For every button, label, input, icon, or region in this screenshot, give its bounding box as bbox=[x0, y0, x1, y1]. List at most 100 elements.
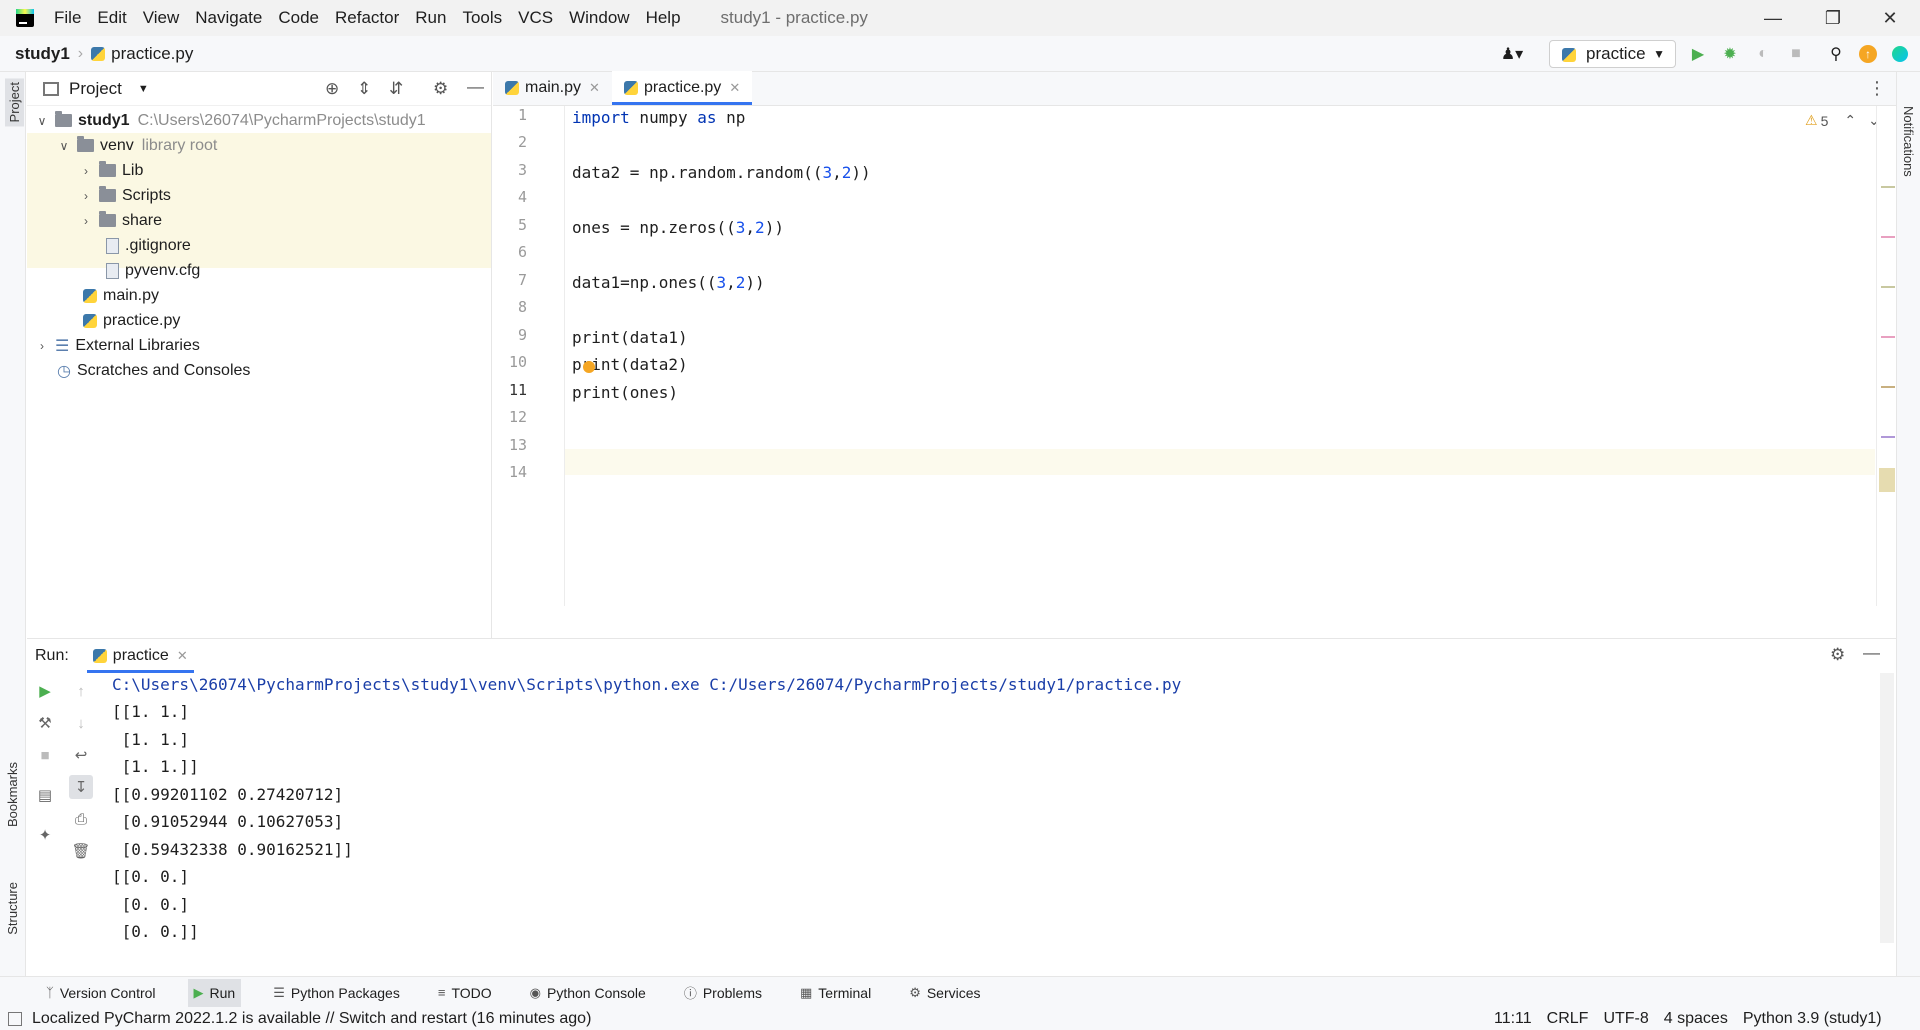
close-icon[interactable]: ✕ bbox=[589, 80, 600, 96]
expand-all-icon[interactable]: ⇕ bbox=[357, 79, 371, 99]
status-interpreter[interactable]: Python 3.9 (study1) bbox=[1743, 1010, 1882, 1028]
minimize-icon[interactable]: — bbox=[1743, 0, 1803, 36]
tree-item-external-libraries[interactable]: › ☰ External Libraries bbox=[35, 333, 200, 358]
project-tool-button[interactable]: Project bbox=[5, 78, 24, 127]
code-area[interactable]: import numpy as np data2 = np.random.ran… bbox=[572, 106, 1802, 606]
locate-icon[interactable]: ⊕ bbox=[325, 79, 339, 99]
menu-window[interactable]: Window bbox=[569, 8, 629, 28]
tree-item-scratches[interactable]: ◷ Scratches and Consoles bbox=[57, 358, 250, 383]
console-line: [[1. 1.] bbox=[112, 702, 190, 721]
menu-run[interactable]: Run bbox=[415, 8, 446, 28]
rerun-icon[interactable]: ▶ bbox=[33, 679, 57, 703]
chevron-down-icon[interactable]: ∨ bbox=[57, 139, 71, 153]
close-icon[interactable]: ✕ bbox=[729, 80, 740, 96]
tab-main-py[interactable]: main.py ✕ bbox=[493, 71, 612, 105]
inspection-widget[interactable]: ⚠ 5 ⌃ ⌄ bbox=[1805, 112, 1880, 129]
tool-python-console[interactable]: ◉ Python Console bbox=[524, 979, 652, 1007]
more-tabs-icon[interactable]: ⋮ bbox=[1868, 78, 1886, 99]
intention-bulb-icon[interactable] bbox=[583, 361, 595, 373]
menu-navigate[interactable]: Navigate bbox=[195, 8, 262, 28]
user-icon[interactable]: ♟▾ bbox=[1495, 42, 1529, 66]
update-icon[interactable]: ↑ bbox=[1856, 42, 1880, 66]
tool-run[interactable]: ▶ Run bbox=[187, 978, 242, 1007]
menu-vcs[interactable]: VCS bbox=[518, 8, 553, 28]
close-icon[interactable]: ✕ bbox=[177, 648, 188, 664]
tree-item-practice[interactable]: practice.py bbox=[83, 308, 180, 333]
tree-item-pyvenv[interactable]: pyvenv.cfg bbox=[106, 258, 200, 283]
menu-help[interactable]: Help bbox=[646, 8, 681, 28]
scroll-to-end-icon[interactable]: ↧ bbox=[69, 775, 93, 799]
chevron-right-icon[interactable]: › bbox=[79, 164, 93, 178]
coverage-icon[interactable]: ◐ bbox=[1751, 42, 1775, 66]
stop-icon[interactable]: ■ bbox=[1784, 42, 1808, 66]
tool-terminal[interactable]: ▦ Terminal bbox=[794, 979, 877, 1007]
tree-item-venv[interactable]: ∨ venv library root bbox=[57, 133, 217, 158]
project-panel-title[interactable]: Project bbox=[69, 79, 122, 99]
console-scrollbar[interactable] bbox=[1880, 673, 1894, 943]
status-line-separator[interactable]: CRLF bbox=[1547, 1010, 1589, 1028]
tool-todo[interactable]: ≡ TODO bbox=[432, 979, 498, 1007]
tool-services[interactable]: ⚙ Services bbox=[903, 979, 986, 1007]
chevron-up-icon[interactable]: ⌃ bbox=[1844, 112, 1856, 129]
status-indent[interactable]: 4 spaces bbox=[1664, 1010, 1728, 1028]
run-tab-practice[interactable]: practice ✕ bbox=[86, 639, 194, 673]
chevron-right-icon[interactable]: › bbox=[79, 214, 93, 228]
scroll-thumb[interactable] bbox=[1879, 468, 1895, 492]
tree-item-main[interactable]: main.py bbox=[83, 283, 159, 308]
menu-edit[interactable]: Edit bbox=[97, 8, 126, 28]
console-output[interactable]: C:\Users\26074\PycharmProjects\study1\ve… bbox=[112, 673, 1872, 963]
status-position[interactable]: 11:11 bbox=[1494, 1010, 1532, 1028]
run-config-select[interactable]: practice ▼ bbox=[1549, 40, 1676, 68]
status-message[interactable]: Localized PyCharm 2022.1.2 is available … bbox=[32, 1010, 591, 1028]
close-icon[interactable]: ✕ bbox=[1860, 0, 1920, 36]
tree-item-lib[interactable]: › Lib bbox=[79, 158, 143, 183]
menu-view[interactable]: View bbox=[143, 8, 180, 28]
run-icon[interactable]: ▶ bbox=[1686, 42, 1710, 66]
menu-file[interactable]: File bbox=[54, 8, 81, 28]
menu-tools[interactable]: Tools bbox=[462, 8, 502, 28]
tab-practice-py[interactable]: practice.py ✕ bbox=[611, 71, 753, 105]
hide-icon[interactable]: — bbox=[467, 77, 484, 97]
chevron-right-icon[interactable]: › bbox=[35, 339, 49, 353]
structure-tool-button[interactable]: Structure bbox=[5, 882, 20, 935]
tree-item-study1[interactable]: ∨ study1 C:\Users\26074\PycharmProjects\… bbox=[35, 108, 426, 133]
tool-python-packages[interactable]: ☰ Python Packages bbox=[267, 979, 406, 1007]
tree-item-gitignore[interactable]: .gitignore bbox=[106, 233, 191, 258]
problems-icon: ⓘ bbox=[683, 986, 697, 1001]
pin-icon[interactable]: ✦ bbox=[33, 823, 57, 847]
breadcrumb-file[interactable]: practice.py bbox=[111, 44, 193, 64]
gear-icon[interactable]: ⚙ bbox=[433, 79, 448, 99]
print-icon[interactable]: ⎙ bbox=[69, 807, 93, 831]
gear-icon[interactable]: ⚙ bbox=[1830, 645, 1845, 665]
hide-icon[interactable]: — bbox=[1863, 643, 1880, 663]
soft-wrap-icon[interactable]: ↩ bbox=[69, 743, 93, 767]
menu-code[interactable]: Code bbox=[278, 8, 319, 28]
layout-icon[interactable]: ▤ bbox=[33, 783, 57, 807]
search-icon[interactable]: ⚲ bbox=[1824, 42, 1848, 66]
collapse-all-icon[interactable]: ⇵ bbox=[389, 79, 403, 99]
status-toggle-icon[interactable] bbox=[8, 1012, 22, 1026]
trash-icon[interactable]: 🗑 bbox=[69, 839, 93, 863]
scroll-down-icon[interactable]: ↓ bbox=[69, 711, 93, 735]
tool-version-control[interactable]: ᛉ Version Control bbox=[40, 979, 162, 1007]
tree-item-share[interactable]: › share bbox=[79, 208, 162, 233]
scroll-up-icon[interactable]: ↑ bbox=[69, 679, 93, 703]
status-encoding[interactable]: UTF-8 bbox=[1603, 1010, 1648, 1028]
restore-icon[interactable]: ❐ bbox=[1803, 0, 1863, 36]
jetbrains-icon[interactable] bbox=[1888, 42, 1912, 66]
bookmarks-tool-button[interactable]: Bookmarks bbox=[5, 762, 20, 827]
status-bar: Localized PyCharm 2022.1.2 is available … bbox=[0, 1008, 1920, 1030]
breadcrumb-project[interactable]: study1 bbox=[15, 44, 70, 64]
chevron-down-icon[interactable]: ▼ bbox=[138, 83, 149, 95]
menu-refactor[interactable]: Refactor bbox=[335, 8, 399, 28]
editor-scrollbar[interactable] bbox=[1876, 106, 1896, 606]
notifications-tool-button[interactable]: Notifications bbox=[1901, 106, 1916, 177]
wrench-icon[interactable]: ⚒ bbox=[33, 711, 57, 735]
chevron-right-icon[interactable]: › bbox=[79, 189, 93, 203]
python-file-icon bbox=[83, 313, 97, 328]
tool-problems[interactable]: ⓘ Problems bbox=[678, 979, 768, 1007]
debug-icon[interactable]: ✹ bbox=[1718, 42, 1742, 66]
tree-item-scripts[interactable]: › Scripts bbox=[79, 183, 171, 208]
stop-icon[interactable]: ■ bbox=[33, 743, 57, 767]
chevron-down-icon[interactable]: ∨ bbox=[35, 114, 49, 128]
